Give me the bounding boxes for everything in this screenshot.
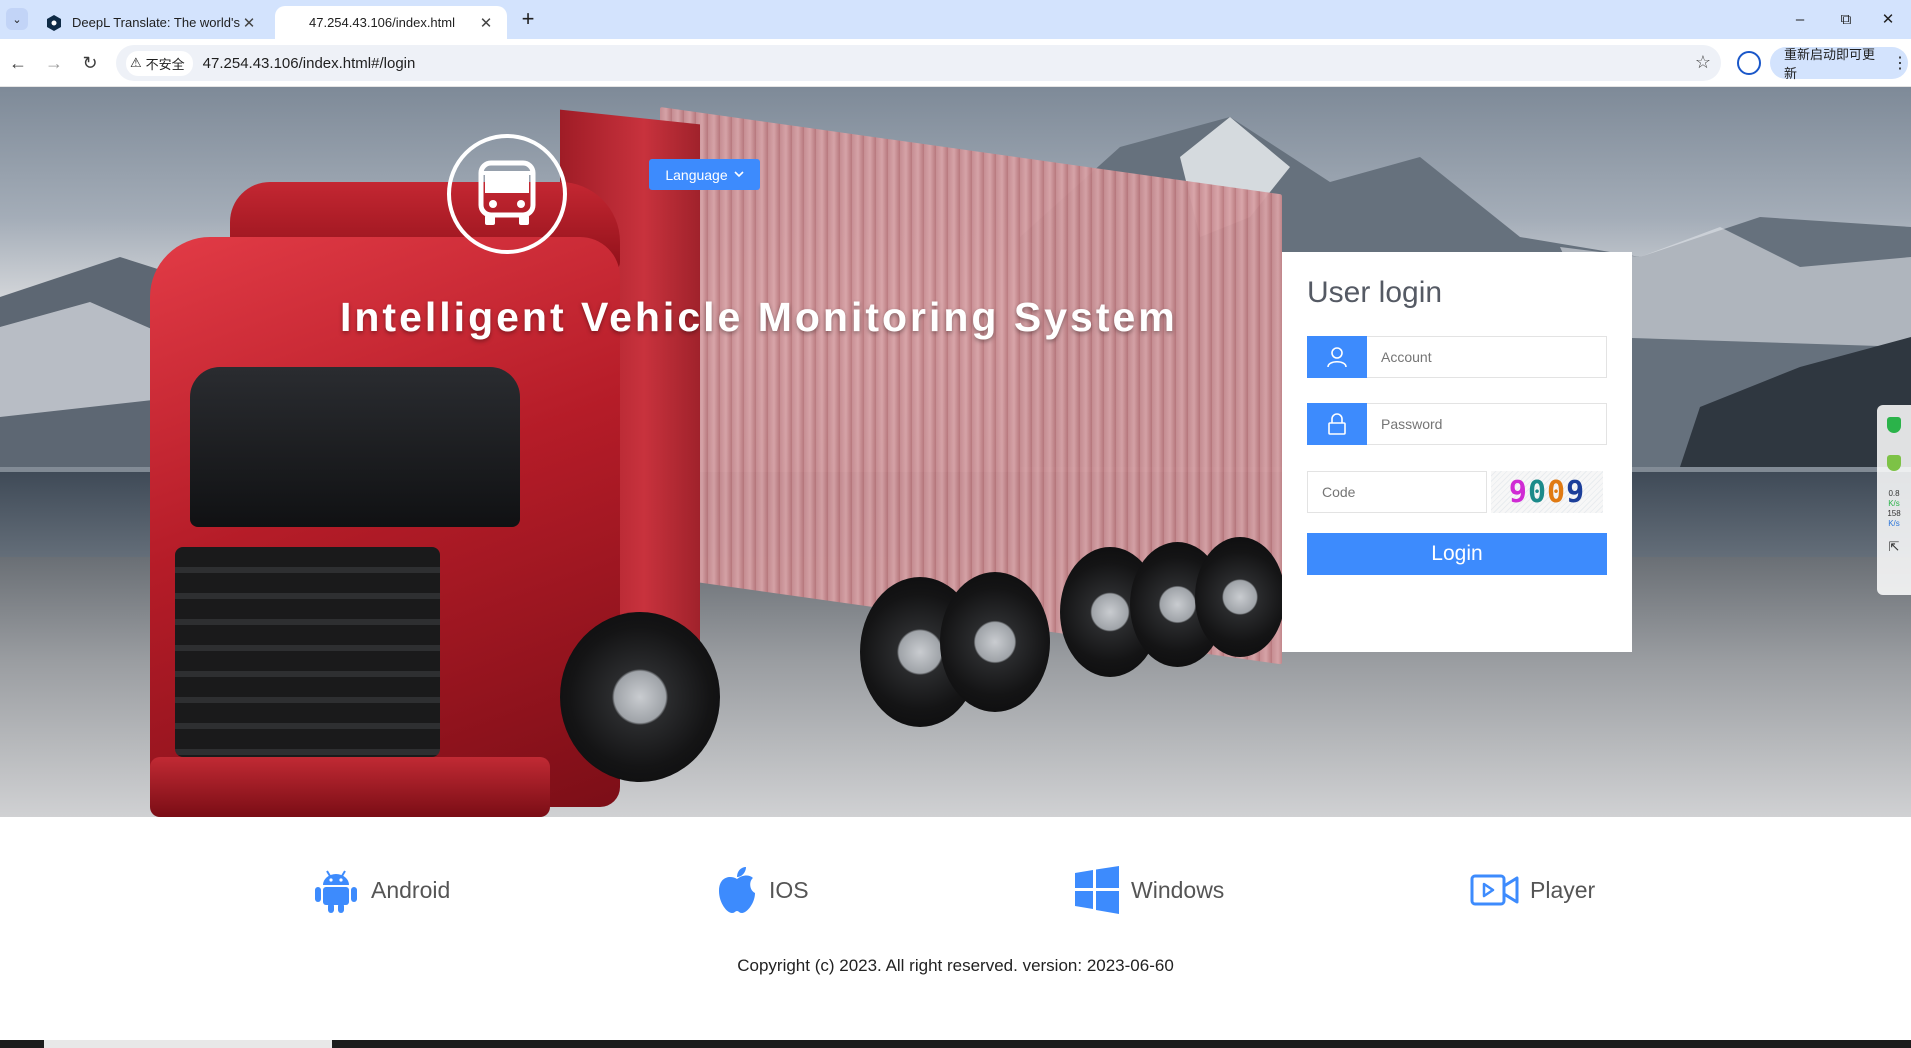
os-taskbar <box>0 1040 1911 1048</box>
android-download-link[interactable]: Android <box>311 860 450 920</box>
windows-download-link[interactable]: Windows <box>1073 860 1224 920</box>
tab-title: 47.254.43.106/index.html <box>309 15 455 30</box>
tab-search-chevron-icon[interactable]: ⌄ <box>6 8 28 30</box>
platform-label: Windows <box>1131 876 1225 903</box>
video-player-icon <box>1470 874 1519 906</box>
account-field <box>1307 336 1607 378</box>
download-speed-value: 158 <box>1887 509 1901 518</box>
deepl-favicon-icon <box>46 14 62 31</box>
security-label: 不安全 <box>145 56 185 72</box>
captcha-char: 9 <box>1566 474 1586 510</box>
truck-windshield-graphic <box>190 367 520 527</box>
truck-wheel-graphic <box>940 572 1050 712</box>
login-title: User login <box>1307 276 1443 309</box>
bookmark-star-icon[interactable]: ☆ <box>1695 52 1711 73</box>
expand-window-icon[interactable]: ⇱ <box>1877 539 1911 555</box>
back-arrow-icon[interactable]: ← <box>4 49 32 77</box>
minimize-window-icon[interactable]: – <box>1777 6 1823 34</box>
account-input[interactable] <box>1367 337 1606 377</box>
update-label: 重新启动即可更新 <box>1784 47 1876 81</box>
browser-toolbar: ← → ↻ ⚠ 不安全 47.254.43.106/index.html#/lo… <box>0 39 1911 87</box>
language-label: Language <box>665 166 728 183</box>
login-button[interactable]: Login <box>1307 533 1607 575</box>
password-input[interactable] <box>1367 404 1606 444</box>
copyright-text: Copyright (c) 2023. All right reserved. … <box>737 956 1174 975</box>
restore-window-icon[interactable]: ⧉ <box>1823 6 1869 34</box>
platform-label: Android <box>371 876 451 903</box>
taskbar-app[interactable] <box>44 1040 332 1048</box>
captcha-image[interactable]: 9 0 0 9 <box>1491 471 1603 513</box>
system-title: Intelligent Vehicle Monitoring System <box>340 294 1178 340</box>
platform-label: IOS <box>769 876 809 903</box>
android-icon <box>315 870 357 913</box>
network-speed-widget[interactable]: 0.8 K/s 158 K/s ⇱ <box>1877 405 1911 595</box>
truck-wheel-graphic <box>1195 537 1285 657</box>
captcha-char: 9 <box>1508 474 1528 510</box>
close-tab-icon[interactable]: ✕ <box>477 14 495 32</box>
lock-icon <box>1307 403 1367 445</box>
download-speed-unit: K/s <box>1888 519 1900 528</box>
truck-wheel-graphic <box>560 612 720 782</box>
tab-title: DeepL Translate: The world's <box>72 15 240 30</box>
login-panel: User login 9 0 0 9 Login <box>1282 252 1632 652</box>
upload-speed-unit: K/s <box>1888 499 1900 508</box>
profile-avatar-icon[interactable] <box>1737 51 1761 75</box>
player-download-link[interactable]: Player <box>1470 860 1595 920</box>
bus-icon <box>478 160 536 225</box>
browser-tab-bar: ⌄ DeepL Translate: The world's ✕ 47.254.… <box>0 0 1911 39</box>
tab-deepl[interactable]: DeepL Translate: The world's ✕ <box>34 6 270 39</box>
language-dropdown-button[interactable]: Language <box>649 159 760 190</box>
tab-login-page[interactable]: 47.254.43.106/index.html ✕ <box>275 6 507 39</box>
password-field <box>1307 403 1607 445</box>
close-window-icon[interactable]: ✕ <box>1865 6 1911 34</box>
captcha-char: 0 <box>1547 474 1567 510</box>
verification-code-input[interactable] <box>1307 471 1487 513</box>
accelerator-shield-icon[interactable] <box>1887 455 1901 471</box>
download-platforms: Android IOS Windows Player <box>0 860 1911 920</box>
url-text[interactable]: 47.254.43.106/index.html#/login <box>203 55 416 72</box>
close-tab-icon[interactable]: ✕ <box>240 14 258 32</box>
captcha-char: 0 <box>1527 474 1547 510</box>
truck-bumper-graphic <box>150 757 550 817</box>
security-shield-icon[interactable] <box>1887 417 1901 433</box>
ios-download-link[interactable]: IOS <box>715 860 809 920</box>
windows-icon <box>1075 866 1119 914</box>
address-bar[interactable]: ⚠ 不安全 47.254.43.106/index.html#/login ☆ <box>116 45 1721 81</box>
forward-arrow-icon[interactable]: → <box>40 49 68 77</box>
apple-icon <box>719 867 755 913</box>
more-menu-icon[interactable]: ⋮ <box>1892 53 1908 73</box>
platform-label: Player <box>1530 876 1596 903</box>
security-status-chip[interactable]: ⚠ 不安全 <box>126 50 193 76</box>
upload-speed-value: 0.8 <box>1888 489 1900 498</box>
new-tab-plus-icon[interactable]: + <box>516 8 540 32</box>
warning-triangle-icon: ⚠ <box>130 55 142 70</box>
truck-grille-graphic <box>175 547 440 757</box>
bus-logo <box>447 134 567 254</box>
user-icon <box>1307 336 1367 378</box>
update-browser-button[interactable]: 重新启动即可更新 ⋮ <box>1770 47 1908 81</box>
chevron-down-icon <box>734 171 744 178</box>
reload-icon[interactable]: ↻ <box>76 49 104 77</box>
